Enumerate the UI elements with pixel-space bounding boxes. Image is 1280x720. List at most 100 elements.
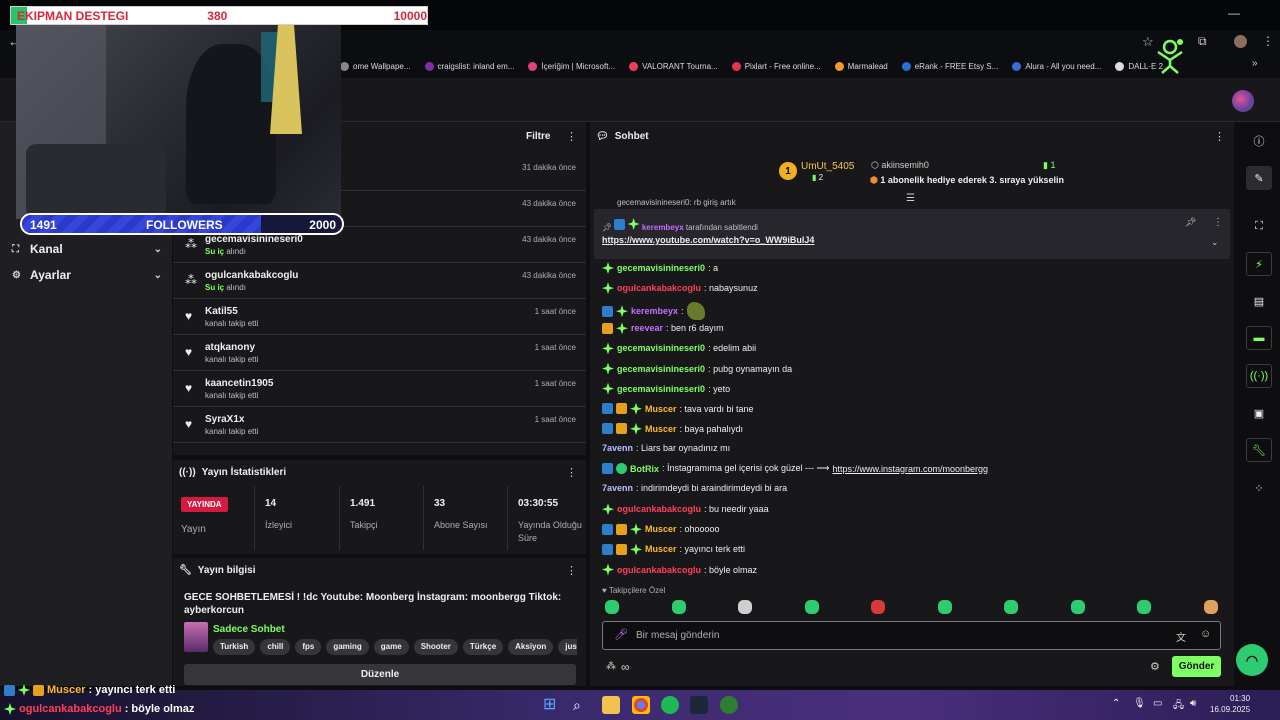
chat-settings-icon[interactable]: ⚙ <box>1150 660 1160 673</box>
pin-icon[interactable]: 📌︎ <box>1185 217 1196 228</box>
xbox-icon[interactable] <box>720 696 738 714</box>
steam-icon[interactable] <box>690 696 708 714</box>
chat-menu-icon[interactable]: ⋮ <box>1214 130 1225 143</box>
bookmark-star-icon[interactable]: ☆ <box>1142 34 1154 50</box>
more-bookmarks-icon[interactable]: » <box>1252 58 1258 69</box>
minimize-icon[interactable]: — <box>1228 6 1240 20</box>
activity-row[interactable]: ♥ atqkanony kanalı takip etti 1 saat önce <box>173 335 586 371</box>
wrench-icon[interactable]: 🔧︎ <box>1246 438 1272 462</box>
bookmark-item[interactable]: Marmalead <box>834 61 888 71</box>
tray-battery-icon[interactable]: ▭ <box>1153 698 1162 709</box>
pinned-menu-icon[interactable]: ⋮ <box>1213 217 1223 228</box>
fullscreen-icon[interactable]: ⛶ <box>1246 214 1272 238</box>
emote-icon[interactable] <box>1137 600 1151 614</box>
chat-link[interactable]: https://www.instagram.com/moonbergg <box>832 464 988 474</box>
tag-chip[interactable]: Aksiyon <box>508 639 554 655</box>
filter-button[interactable]: Filtre <box>526 131 550 142</box>
emote-icon[interactable] <box>1070 600 1085 614</box>
emoji-icon[interactable]: ☺ <box>1200 628 1211 640</box>
infinity-icon[interactable]: ∞ <box>621 660 630 674</box>
info-icon[interactable]: ⓘ <box>1246 129 1272 153</box>
category-name[interactable]: Sadece Sohbet <box>213 624 285 635</box>
browser-profile-avatar[interactable] <box>1234 35 1247 48</box>
mascot-extension-icon[interactable] <box>1154 38 1186 74</box>
dots-cluster-icon[interactable]: ⁘ <box>1246 476 1272 500</box>
bookmark-item[interactable]: craigslist: inland em... <box>424 61 514 71</box>
activity-username[interactable]: SyraX1x <box>205 414 244 425</box>
activity-username[interactable]: ogulcankabakcoglu <box>205 270 298 281</box>
tag-chip[interactable]: chill <box>260 639 291 655</box>
stream-info-menu-icon[interactable]: ⋮ <box>566 564 577 577</box>
document-icon[interactable]: ▤ <box>1246 289 1272 313</box>
bookmark-item[interactable]: Pixlart - Free online... <box>731 61 821 71</box>
chat-username[interactable]: Muscer <box>645 544 677 554</box>
pinned-link[interactable]: https://www.youtube.com/watch?v=o_WW9iBu… <box>602 235 814 245</box>
chat-bubble-icon[interactable]: ▬ <box>1246 326 1272 350</box>
chat-username[interactable]: Muscer <box>645 524 677 534</box>
chat-username[interactable]: ogulcankabakcoglu <box>617 565 701 575</box>
emote-icon[interactable] <box>937 600 952 614</box>
leaderboard-first-name[interactable]: UmUt_5405 <box>801 161 854 172</box>
chat-username[interactable]: kerembeyx <box>631 306 678 316</box>
emote-icon[interactable] <box>605 600 619 614</box>
user-avatar[interactable] <box>1232 90 1254 112</box>
tag-chip[interactable]: Shooter <box>413 639 458 655</box>
chat-input-placeholder[interactable]: Bir mesaj gönderin <box>636 630 719 641</box>
tray-mic-icon[interactable]: 🎙︎ <box>1133 698 1146 709</box>
activity-menu-icon[interactable]: ⋮ <box>566 130 577 143</box>
chat-username[interactable]: gecemavisinineseri0 <box>617 364 705 374</box>
tray-volume-icon[interactable]: 🔊︎ <box>1190 698 1196 709</box>
bookmark-item[interactable]: İçeriğim | Microsoft... <box>528 61 615 71</box>
extensions-icon[interactable]: ⧉ <box>1198 34 1207 49</box>
lightning-icon[interactable]: ⚡︎ <box>1246 252 1272 276</box>
activity-username[interactable]: atqkanony <box>205 342 255 353</box>
activity-row[interactable]: ⁂ ogulcankabakcoglu Su iç alındı 43 dakika … <box>173 263 586 299</box>
emote-icon[interactable] <box>804 600 819 614</box>
chat-username[interactable]: Muscer <box>645 404 677 414</box>
chat-username[interactable]: ogulcankabakcoglu <box>617 504 701 514</box>
bookmark-item[interactable]: ome Wallpape... <box>340 61 411 71</box>
emote-icon[interactable] <box>1004 600 1018 614</box>
bookmark-item[interactable]: Alura - All you need... <box>1012 61 1101 71</box>
activity-row[interactable]: ♥ kaancetin1905 kanalı takip etti 1 saat ön… <box>173 371 586 407</box>
tag-chip[interactable]: Türkçe <box>462 639 504 655</box>
emote-icon[interactable] <box>1203 600 1218 614</box>
scroll-down-icon[interactable]: ☰ <box>906 193 915 204</box>
chrome-icon[interactable] <box>632 696 650 714</box>
points-icon[interactable]: ⁂ <box>606 661 616 672</box>
activity-username[interactable]: gecemavisinineseri0 <box>205 234 303 245</box>
translate-icon[interactable]: 文 <box>1176 629 1186 644</box>
activity-row[interactable]: ♥ SyraX1x kanalı takip etti 1 saat önce <box>173 407 586 443</box>
emote-icon[interactable] <box>738 600 752 614</box>
chat-username[interactable]: ogulcankabakcoglu <box>617 283 701 293</box>
emote-icon[interactable] <box>671 600 686 614</box>
edit-pencil-icon[interactable]: ✎ <box>1246 166 1272 190</box>
stack-icon[interactable]: ▣ <box>1246 401 1272 425</box>
activity-row[interactable]: ♥ Katil55 kanalı takip etti 1 saat önce <box>173 299 586 335</box>
chat-username[interactable]: 7avenn <box>602 443 633 453</box>
chat-username[interactable]: gecemavisinineseri0 <box>617 343 705 353</box>
chat-username[interactable]: BotRix <box>630 464 659 474</box>
bookmark-item[interactable]: eRank - FREE Etsy S... <box>901 61 998 71</box>
bookmark-item[interactable]: VALORANT Tourna... <box>629 61 718 71</box>
tag-chip[interactable]: game <box>373 639 409 655</box>
emote-icon[interactable] <box>871 600 885 614</box>
tag-chip[interactable]: justchattin <box>558 639 577 655</box>
browser-menu-icon[interactable]: ⋮ <box>1262 34 1274 48</box>
chat-username[interactable]: gecemavisinineseri0 <box>617 263 705 273</box>
file-explorer-icon[interactable] <box>602 696 620 714</box>
tag-chip[interactable]: fps <box>295 639 322 655</box>
stats-menu-icon[interactable]: ⋮ <box>566 466 577 479</box>
chat-username[interactable]: reevear <box>631 323 663 333</box>
tag-chip[interactable]: gaming <box>326 639 369 655</box>
tray-chevron-icon[interactable]: ⌃ <box>1112 698 1120 709</box>
tray-network-icon[interactable]: 🖧︎ <box>1173 698 1184 715</box>
activity-username[interactable]: kaancetin1905 <box>205 378 273 389</box>
nav-item-ayarlar[interactable]: ⚙ Ayarlar ⌄ <box>12 268 162 282</box>
send-button[interactable]: Gönder <box>1172 656 1221 677</box>
chat-username[interactable]: Muscer <box>645 424 677 434</box>
microphone-icon[interactable]: 🎤︎ <box>614 628 628 641</box>
spotify-icon[interactable] <box>661 696 679 714</box>
chat-username[interactable]: 7avenn <box>602 483 633 493</box>
support-fab-icon[interactable]: ◠ <box>1236 644 1268 676</box>
